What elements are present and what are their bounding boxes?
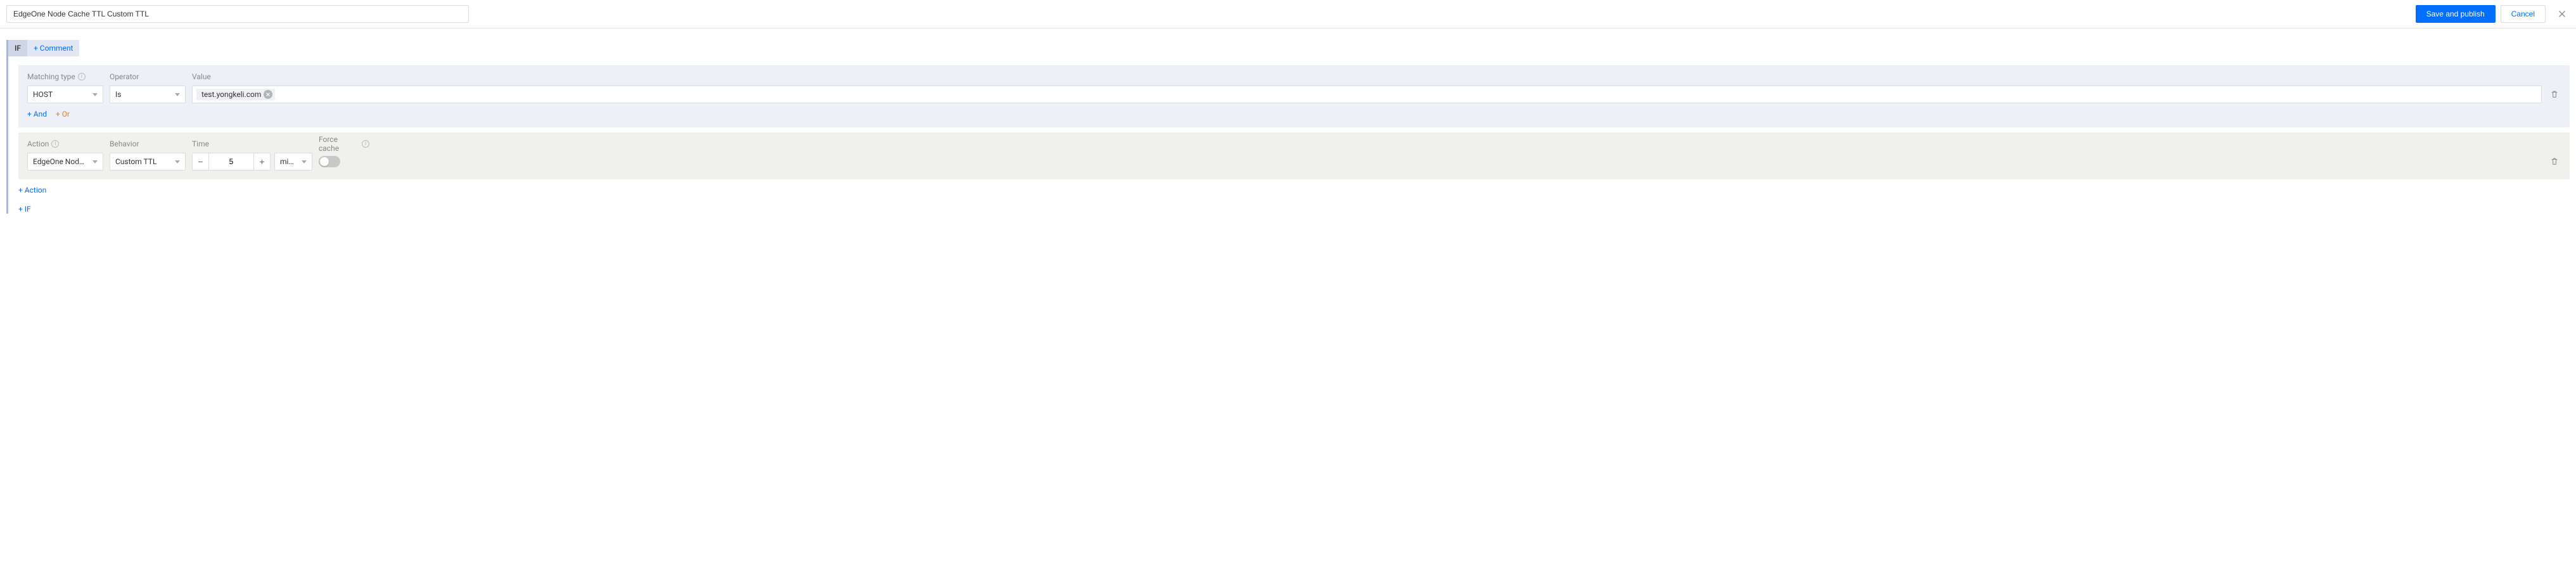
- save-publish-button[interactable]: Save and publish: [2416, 5, 2496, 23]
- close-icon[interactable]: [2554, 6, 2570, 22]
- add-action-button[interactable]: + Action: [18, 186, 2570, 195]
- operator-select[interactable]: Is: [110, 86, 186, 103]
- force-cache-label: Force cache i: [319, 139, 369, 149]
- behavior-select[interactable]: Custom TTL: [110, 153, 186, 170]
- matching-type-label: Matching type i: [27, 72, 103, 82]
- add-if-button[interactable]: + IF: [18, 205, 2570, 214]
- host-tag: test.yongkeli.com: [196, 89, 275, 100]
- add-or-button[interactable]: + Or: [56, 110, 70, 119]
- condition-row: Matching type i HOST Operator: [18, 65, 2570, 127]
- delete-condition-icon[interactable]: [2548, 86, 2561, 103]
- chevron-down-icon: [175, 93, 180, 96]
- time-stepper[interactable]: − +: [192, 153, 271, 170]
- stepper-minus-button[interactable]: −: [193, 153, 209, 170]
- action-select[interactable]: EdgeOne Node Cache …: [27, 153, 103, 170]
- chevron-down-icon: [92, 160, 98, 163]
- time-value-input[interactable]: [209, 153, 253, 170]
- operator-label: Operator: [110, 72, 186, 82]
- behavior-label: Behavior: [110, 139, 186, 149]
- add-and-button[interactable]: + And: [27, 110, 47, 119]
- rule-block: IF + Comment Matching type i HOST: [6, 40, 2570, 214]
- time-label: Time: [192, 139, 312, 149]
- matching-type-select[interactable]: HOST: [27, 86, 103, 103]
- value-input[interactable]: test.yongkeli.com: [192, 86, 2542, 103]
- info-icon: i: [362, 140, 369, 148]
- chevron-down-icon: [302, 160, 307, 163]
- chevron-down-icon: [92, 93, 98, 96]
- action-row: Action i EdgeOne Node Cache … Behavior: [18, 132, 2570, 179]
- stepper-plus-button[interactable]: +: [253, 153, 270, 170]
- header-bar: Save and publish Cancel: [0, 0, 2576, 29]
- action-label: Action i: [27, 139, 103, 149]
- comment-button[interactable]: + Comment: [27, 40, 79, 56]
- if-tab: IF: [8, 40, 27, 56]
- rule-name-input[interactable]: [6, 5, 469, 23]
- cancel-button[interactable]: Cancel: [2501, 5, 2546, 23]
- info-icon: i: [51, 140, 59, 148]
- delete-action-icon[interactable]: [2548, 153, 2561, 170]
- info-icon: i: [78, 73, 86, 80]
- chevron-down-icon: [175, 160, 180, 163]
- time-unit-select[interactable]: minutes: [274, 153, 312, 170]
- force-cache-toggle[interactable]: [319, 156, 340, 167]
- tag-remove-icon[interactable]: [264, 90, 272, 99]
- value-label: Value: [192, 72, 2542, 82]
